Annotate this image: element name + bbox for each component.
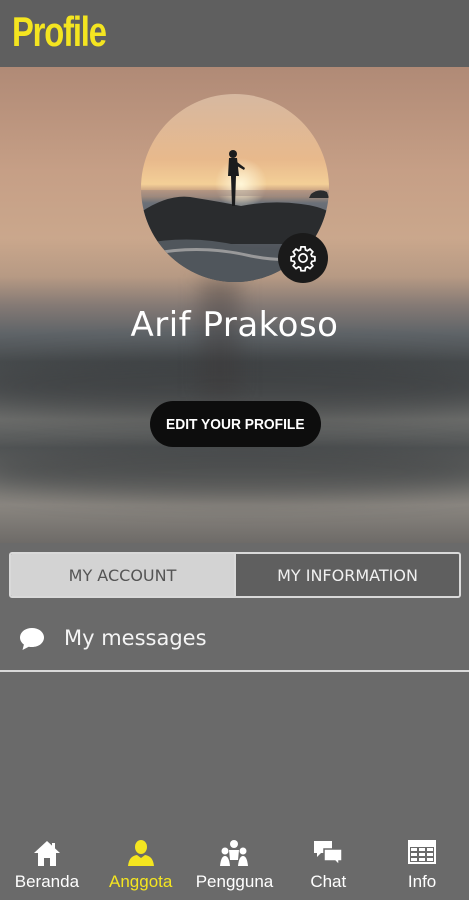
user-name: Arif Prakoso xyxy=(130,305,339,345)
app-header: Profile xyxy=(0,0,469,67)
nav-item-anggota[interactable]: Anggota xyxy=(94,830,188,900)
speech-bubble-icon xyxy=(18,626,46,656)
profile-hero: Arif Prakoso EDIT YOUR PROFILE xyxy=(0,67,469,543)
nav-item-info[interactable]: Info xyxy=(375,830,469,900)
divider xyxy=(0,670,469,672)
calendar-icon xyxy=(407,838,437,870)
person-icon xyxy=(125,838,157,872)
nav-label: Anggota xyxy=(109,872,173,891)
nav-label: Info xyxy=(407,872,437,891)
nav-item-chat[interactable]: Chat xyxy=(281,830,375,900)
gear-icon xyxy=(290,246,316,272)
home-icon xyxy=(32,838,62,872)
edit-profile-button[interactable]: EDIT YOUR PROFILE xyxy=(150,401,321,447)
my-messages-item[interactable]: My messages xyxy=(0,610,469,670)
nav-label: Chat xyxy=(310,872,347,891)
tab-my-account[interactable]: MY ACCOUNT xyxy=(11,554,234,596)
users-icon xyxy=(218,838,250,872)
nav-item-pengguna[interactable]: Pengguna xyxy=(188,830,282,900)
page-title: Profile xyxy=(12,8,107,55)
nav-label: Beranda xyxy=(14,872,80,891)
tab-my-information[interactable]: MY INFORMATION xyxy=(234,554,459,596)
chat-icon xyxy=(312,838,344,872)
my-messages-label: My messages xyxy=(64,626,207,650)
edit-profile-label: EDIT YOUR PROFILE xyxy=(166,415,305,433)
background-blur xyxy=(0,447,469,497)
nav-item-beranda[interactable]: Beranda xyxy=(0,830,94,900)
bottom-navigation: Beranda Anggota Pengguna Chat Info xyxy=(0,830,469,900)
profile-tabs: MY ACCOUNT MY INFORMATION xyxy=(9,552,461,598)
profile-settings-button[interactable] xyxy=(278,233,328,283)
nav-label: Pengguna xyxy=(195,872,274,891)
